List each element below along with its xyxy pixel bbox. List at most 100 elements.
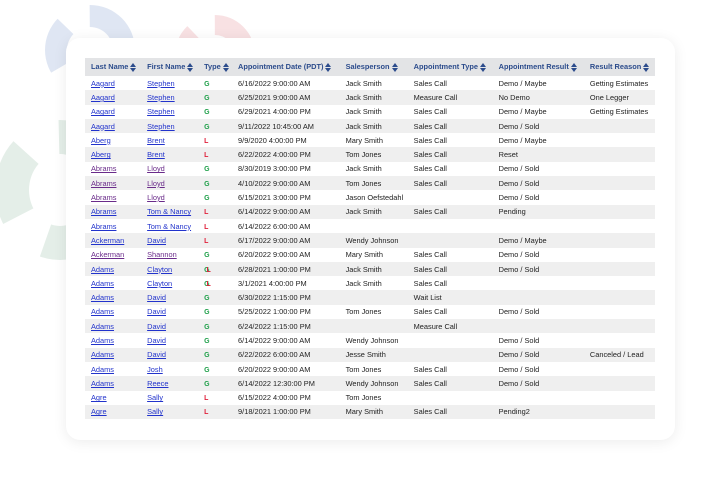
last-name-link[interactable]: Ackerman bbox=[91, 250, 124, 259]
reason-text: Canceled / Lead bbox=[589, 350, 644, 360]
last-name-link[interactable]: Agre bbox=[91, 407, 107, 416]
first-name-link[interactable]: Tom & Nancy bbox=[147, 207, 191, 216]
cell-sales: Wendy Johnson bbox=[340, 376, 408, 390]
column-header[interactable]: Last Name bbox=[85, 58, 142, 76]
date-text: 6/14/2022 6:00:00 AM bbox=[238, 221, 311, 231]
last-name-link[interactable]: Abrams bbox=[91, 222, 116, 231]
first-name-link[interactable]: Brent bbox=[147, 150, 165, 159]
cell-last: Adams bbox=[85, 319, 141, 333]
last-name-link[interactable]: Adams bbox=[91, 293, 114, 302]
date-text: 9/11/2022 10:45:00 AM bbox=[238, 121, 314, 131]
last-name-link[interactable]: Adams bbox=[91, 365, 114, 374]
last-name-link[interactable]: Aagard bbox=[91, 79, 115, 88]
last-name-link[interactable]: Abrams bbox=[91, 207, 116, 216]
first-name-link[interactable]: David bbox=[147, 236, 166, 245]
cell-result: Demo / Sold bbox=[493, 190, 584, 204]
last-name-link[interactable]: Adams bbox=[91, 307, 114, 316]
cell-type: L bbox=[198, 405, 232, 419]
first-name-link[interactable]: David bbox=[147, 350, 166, 359]
sort-icon[interactable] bbox=[643, 62, 650, 72]
column-header[interactable]: Appointment Type bbox=[407, 58, 493, 76]
cell-last: Aberg bbox=[85, 133, 141, 147]
first-name-link[interactable]: Lloyd bbox=[147, 164, 165, 173]
cell-result: Demo / Maybe bbox=[493, 105, 584, 119]
reason-text: Getting Estimates bbox=[589, 78, 649, 88]
column-header[interactable]: Type bbox=[198, 58, 233, 76]
cell-last: Abrams bbox=[85, 162, 141, 176]
first-name-link[interactable]: David bbox=[147, 322, 166, 331]
type-G-icon: G bbox=[204, 166, 210, 174]
last-name-link[interactable]: Abrams bbox=[91, 164, 116, 173]
cell-first: Tom & Nancy bbox=[141, 205, 198, 219]
cell-result: Demo / Sold bbox=[493, 333, 584, 347]
sort-icon[interactable] bbox=[187, 62, 194, 72]
first-name-link[interactable]: David bbox=[147, 336, 166, 345]
first-name-link[interactable]: Josh bbox=[147, 365, 163, 374]
cell-sales: Jack Smith bbox=[340, 76, 408, 90]
sort-icon[interactable] bbox=[479, 62, 487, 72]
cell-result bbox=[493, 276, 584, 290]
cell-type: G bbox=[198, 162, 232, 176]
cell-type: G bbox=[198, 248, 232, 262]
first-name-link[interactable]: Lloyd bbox=[147, 193, 165, 202]
last-name-link[interactable]: Ackerman bbox=[91, 236, 124, 245]
first-name-link[interactable]: Tom & Nancy bbox=[147, 222, 191, 231]
first-name-link[interactable]: Stephen bbox=[147, 93, 175, 102]
first-name-link[interactable]: Stephen bbox=[147, 122, 175, 131]
cell-sales: Tom Jones bbox=[340, 176, 408, 190]
table-row: Abrams Lloyd G 8/30/2019 3:00:00 PM Jack Smi… bbox=[85, 162, 655, 176]
last-name-link[interactable]: Adams bbox=[91, 265, 114, 274]
first-name-link[interactable]: Sally bbox=[147, 393, 163, 402]
cell-sales: Tom Jones bbox=[340, 391, 408, 405]
column-header[interactable]: Appointment Date (PDT) bbox=[232, 58, 340, 76]
table-row: Adams David G 6/30/2022 1:15:00 PM Wait List bbox=[85, 290, 655, 305]
sort-icon[interactable] bbox=[325, 62, 332, 72]
first-name-link[interactable]: Lloyd bbox=[147, 179, 165, 188]
last-name-link[interactable]: Agre bbox=[91, 393, 107, 402]
first-name-link[interactable]: Reece bbox=[147, 379, 168, 388]
cell-sales: Jason Oefstedahl bbox=[340, 190, 408, 204]
cell-type: L bbox=[198, 147, 232, 161]
result-text: Demo / Sold bbox=[498, 378, 540, 388]
sort-icon[interactable] bbox=[391, 62, 399, 72]
sales-text: Jason Oefstedahl bbox=[345, 193, 404, 203]
last-name-link[interactable]: Abrams bbox=[91, 193, 116, 202]
column-header[interactable]: First Name bbox=[141, 58, 199, 76]
last-name-link[interactable]: Adams bbox=[91, 336, 114, 345]
first-name-link[interactable]: Stephen bbox=[147, 107, 175, 116]
last-name-link[interactable]: Adams bbox=[91, 379, 114, 388]
cell-reason bbox=[584, 276, 655, 290]
last-name-link[interactable]: Adams bbox=[91, 279, 114, 288]
first-name-link[interactable]: Sally bbox=[147, 407, 163, 416]
sales-text: Jesse Smith bbox=[345, 350, 386, 360]
last-name-link[interactable]: Aberg bbox=[91, 150, 111, 159]
first-name-link[interactable]: Brent bbox=[147, 136, 165, 145]
sort-icon[interactable] bbox=[130, 62, 137, 72]
cell-last: Abrams bbox=[85, 205, 141, 219]
last-name-link[interactable]: Aberg bbox=[91, 136, 111, 145]
cell-last: Aberg bbox=[85, 147, 141, 161]
type-G-icon: G bbox=[204, 295, 210, 303]
cell-type: L bbox=[198, 205, 232, 219]
last-name-link[interactable]: Aagard bbox=[91, 93, 115, 102]
first-name-link[interactable]: Shannon bbox=[147, 250, 177, 259]
first-name-link[interactable]: Clayton bbox=[147, 265, 172, 274]
cell-type: G bbox=[198, 305, 232, 319]
first-name-link[interactable]: David bbox=[147, 307, 166, 316]
first-name-link[interactable]: David bbox=[147, 293, 166, 302]
cell-result: Demo / Sold bbox=[493, 262, 584, 276]
first-name-link[interactable]: Stephen bbox=[147, 79, 175, 88]
last-name-link[interactable]: Adams bbox=[91, 350, 114, 359]
last-name-link[interactable]: Abrams bbox=[91, 179, 116, 188]
last-name-link[interactable]: Aagard bbox=[91, 122, 115, 131]
sort-icon[interactable] bbox=[222, 62, 230, 72]
last-name-link[interactable]: Adams bbox=[91, 322, 114, 331]
sort-icon[interactable] bbox=[570, 62, 578, 72]
cell-sales: Mary Smith bbox=[340, 405, 408, 419]
last-name-link[interactable]: Aagard bbox=[91, 107, 115, 116]
column-header[interactable]: Appointment Result bbox=[492, 58, 584, 76]
sales-text: Tom Jones bbox=[345, 178, 382, 188]
column-header[interactable]: Result Reason bbox=[583, 58, 655, 76]
first-name-link[interactable]: Clayton bbox=[147, 279, 172, 288]
column-header[interactable]: Salesperson bbox=[339, 58, 408, 76]
